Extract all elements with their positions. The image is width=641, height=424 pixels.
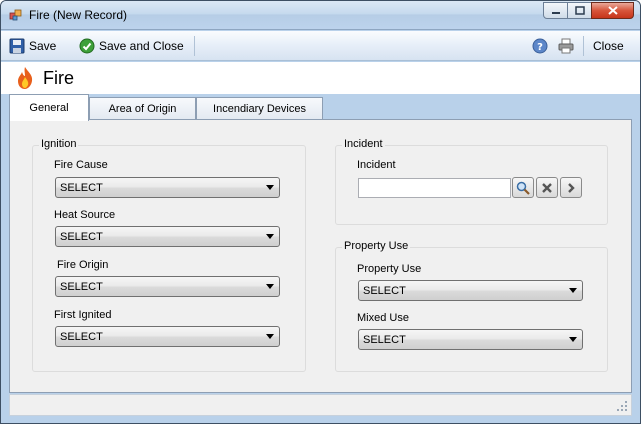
resize-grip-icon[interactable] bbox=[616, 400, 628, 412]
printer-icon bbox=[558, 38, 574, 54]
tab-general[interactable]: General bbox=[9, 94, 89, 121]
save-button[interactable]: Save bbox=[9, 36, 56, 56]
window-title: Fire (New Record) bbox=[29, 8, 128, 22]
maximize-button[interactable] bbox=[567, 2, 592, 19]
mixed-use-select[interactable]: SELECT bbox=[358, 329, 583, 350]
status-bar bbox=[9, 394, 632, 416]
select-value: SELECT bbox=[363, 284, 406, 297]
property-use-select[interactable]: SELECT bbox=[358, 280, 583, 301]
incident-group: Incident Incident bbox=[335, 138, 608, 225]
fire-cause-select[interactable]: SELECT bbox=[55, 177, 280, 198]
dropdown-arrow-icon bbox=[266, 334, 274, 339]
close-label: Close bbox=[593, 39, 624, 53]
select-value: SELECT bbox=[60, 181, 103, 194]
fire-origin-label: Fire Origin bbox=[57, 259, 109, 271]
property-use-group: Property Use Property Use SELECT Mixed U… bbox=[335, 240, 608, 372]
heat-source-select[interactable]: SELECT bbox=[55, 226, 280, 247]
tab-strip: General Area of Origin Incendiary Device… bbox=[9, 94, 631, 121]
ignition-group: Ignition Fire Cause SELECT Heat Source S… bbox=[32, 138, 306, 372]
clear-icon bbox=[542, 182, 552, 193]
toolbar-separator bbox=[583, 36, 584, 56]
heat-source-label: Heat Source bbox=[54, 209, 116, 221]
tab-incendiary-devices[interactable]: Incendiary Devices bbox=[196, 97, 323, 120]
property-use-label: Property Use bbox=[357, 263, 422, 275]
minimize-button[interactable] bbox=[543, 2, 568, 19]
tab-area-of-origin[interactable]: Area of Origin bbox=[89, 97, 196, 120]
dropdown-arrow-icon bbox=[569, 288, 577, 293]
fire-origin-select[interactable]: SELECT bbox=[55, 276, 280, 297]
chevron-right-icon bbox=[568, 182, 575, 193]
flame-icon bbox=[18, 67, 33, 89]
app-icon bbox=[9, 9, 22, 21]
tab-label: Area of Origin bbox=[108, 103, 177, 115]
toolbar: Save Save and Close ? Close bbox=[1, 31, 640, 61]
print-button[interactable] bbox=[557, 36, 579, 56]
group-title: Incident bbox=[342, 138, 385, 150]
help-icon: ? bbox=[532, 38, 548, 54]
help-button[interactable]: ? bbox=[532, 36, 552, 56]
incident-clear-button[interactable] bbox=[536, 177, 558, 198]
first-ignited-select[interactable]: SELECT bbox=[55, 326, 280, 347]
close-button[interactable]: Close bbox=[593, 36, 624, 56]
close-icon bbox=[607, 6, 618, 15]
toolbar-separator bbox=[194, 36, 195, 56]
group-title: Property Use bbox=[342, 240, 411, 252]
first-ignited-label: First Ignited bbox=[54, 309, 112, 321]
title-bar[interactable]: Fire (New Record) bbox=[1, 1, 640, 30]
save-label: Save bbox=[29, 39, 57, 53]
search-icon bbox=[516, 181, 530, 195]
form-header: Fire bbox=[1, 62, 640, 94]
dropdown-arrow-icon bbox=[569, 337, 577, 342]
select-value: SELECT bbox=[60, 230, 103, 243]
mixed-use-label: Mixed Use bbox=[357, 312, 409, 324]
save-icon bbox=[9, 38, 25, 54]
check-icon bbox=[79, 38, 95, 54]
select-value: SELECT bbox=[363, 333, 406, 346]
select-value: SELECT bbox=[60, 280, 103, 293]
window: Fire (New Record) Save Save and Close ? … bbox=[0, 0, 641, 424]
tab-label: General bbox=[29, 102, 69, 114]
minimize-icon bbox=[551, 11, 560, 14]
select-value: SELECT bbox=[60, 330, 103, 343]
dropdown-arrow-icon bbox=[266, 284, 274, 289]
incident-input[interactable] bbox=[358, 178, 511, 198]
incident-search-button[interactable] bbox=[512, 177, 534, 198]
incident-label: Incident bbox=[357, 159, 396, 171]
fire-cause-label: Fire Cause bbox=[54, 159, 108, 171]
svg-text:?: ? bbox=[537, 42, 543, 53]
window-close-button[interactable] bbox=[591, 2, 634, 19]
maximize-icon bbox=[574, 6, 585, 15]
group-title: Ignition bbox=[39, 138, 79, 150]
incident-open-button[interactable] bbox=[560, 177, 582, 198]
page-title: Fire bbox=[43, 68, 74, 88]
tab-panel-general: Ignition Fire Cause SELECT Heat Source S… bbox=[9, 119, 632, 393]
tab-label: Incendiary Devices bbox=[213, 103, 306, 115]
save-and-close-label: Save and Close bbox=[99, 39, 184, 53]
save-and-close-button[interactable]: Save and Close bbox=[79, 36, 184, 56]
dropdown-arrow-icon bbox=[266, 234, 274, 239]
dropdown-arrow-icon bbox=[266, 185, 274, 190]
